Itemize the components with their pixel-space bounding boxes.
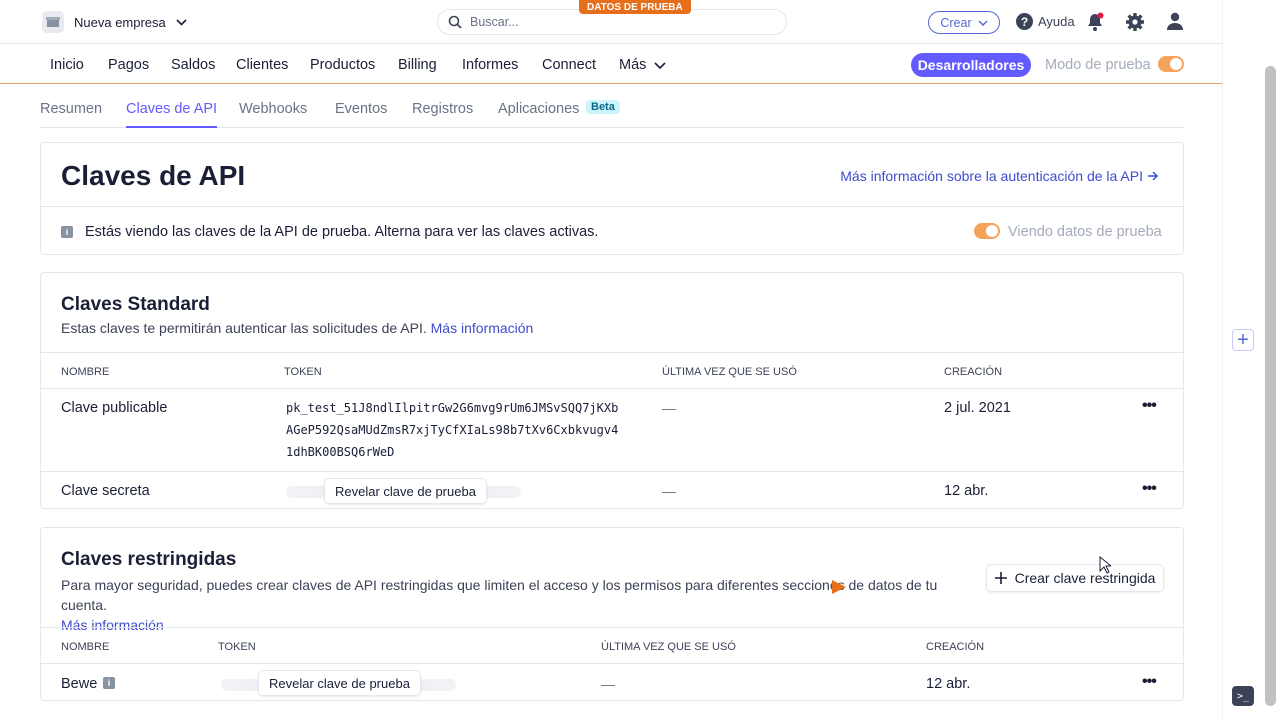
tab-registros[interactable]: Registros bbox=[412, 101, 473, 117]
company-name: Nueva empresa bbox=[74, 14, 166, 30]
beta-badge: Beta bbox=[586, 100, 620, 114]
notifications-bell-icon[interactable] bbox=[1086, 12, 1104, 32]
divider bbox=[41, 627, 1183, 628]
help-button[interactable]: ? Ayuda bbox=[1016, 13, 1075, 30]
row-menu-icon[interactable]: ••• bbox=[1142, 397, 1157, 415]
developers-button[interactable]: Desarrolladores bbox=[911, 53, 1031, 77]
info-icon[interactable]: i bbox=[103, 677, 115, 689]
search-icon bbox=[448, 15, 462, 29]
test-mode-label: Modo de prueba bbox=[1045, 57, 1151, 73]
plus-icon bbox=[994, 572, 1007, 584]
arrow-right-icon bbox=[1148, 171, 1159, 181]
token-line: 1dhBK00BSQ6rWeD bbox=[286, 445, 395, 459]
token-line: AGeP592QsaMUdZmsR7xjTyCfXIaLs98b7tXv6Cxb… bbox=[286, 423, 619, 437]
store-icon bbox=[42, 11, 64, 33]
divider bbox=[41, 388, 1183, 389]
created-value: 2 jul. 2021 bbox=[944, 400, 1011, 416]
company-switcher[interactable]: Nueva empresa bbox=[42, 11, 187, 33]
user-account-icon[interactable] bbox=[1165, 11, 1185, 31]
column-header-created: CREACIÓN bbox=[926, 641, 985, 653]
column-header-last-used: ÚLTIMA VEZ QUE SE USÓ bbox=[662, 366, 797, 378]
main-nav: Inicio Pagos Saldos Clientes Productos B… bbox=[0, 44, 1222, 84]
nav-item-productos[interactable]: Productos bbox=[310, 57, 375, 73]
restricted-keys-desc-text: Para mayor seguridad, puedes crear clave… bbox=[61, 577, 938, 613]
divider bbox=[41, 471, 1183, 472]
help-label: Ayuda bbox=[1038, 14, 1075, 29]
nav-item-mas[interactable]: Más bbox=[619, 57, 666, 73]
add-panel-button[interactable]: + bbox=[1232, 329, 1254, 351]
column-header-created: CREACIÓN bbox=[944, 366, 1003, 378]
reveal-test-key-button[interactable]: Revelar clave de prueba bbox=[258, 670, 421, 696]
last-used-value: — bbox=[662, 400, 676, 416]
api-keys-header-card: Claves de API Más información sobre la a… bbox=[40, 142, 1184, 255]
token-line: pk_test_51J8ndlIlpitrGw2G6mvg9rUm6JMSvSQ… bbox=[286, 401, 619, 415]
help-icon: ? bbox=[1016, 13, 1033, 30]
standard-more-info-link[interactable]: Más información bbox=[431, 320, 534, 336]
nav-item-pagos[interactable]: Pagos bbox=[108, 57, 149, 73]
nav-item-informes[interactable]: Informes bbox=[462, 57, 518, 73]
key-name: Clave secreta bbox=[61, 483, 150, 499]
column-header-name: NOMBRE bbox=[61, 366, 110, 378]
column-header-name: NOMBRE bbox=[61, 641, 110, 653]
chevron-down-icon bbox=[176, 18, 187, 26]
viewing-test-data-label: Viendo datos de prueba bbox=[1008, 224, 1162, 240]
create-button[interactable]: Crear bbox=[928, 11, 1000, 34]
tab-webhooks[interactable]: Webhooks bbox=[239, 101, 307, 117]
view-test-data-toggle[interactable] bbox=[974, 223, 1000, 239]
restricted-keys-title: Claves restringidas bbox=[61, 549, 237, 570]
test-data-badge: DATOS DE PRUEBA bbox=[579, 0, 691, 14]
scrollbar[interactable] bbox=[1265, 66, 1276, 706]
nav-item-billing[interactable]: Billing bbox=[398, 57, 437, 73]
column-header-token: TOKEN bbox=[218, 641, 256, 653]
restricted-keys-card: Claves restringidas Para mayor seguridad… bbox=[40, 527, 1184, 701]
info-icon: i bbox=[61, 226, 73, 238]
tab-claves-de-api[interactable]: Claves de API bbox=[126, 101, 218, 128]
page-title: Claves de API bbox=[61, 160, 246, 191]
row-menu-icon[interactable]: ••• bbox=[1142, 673, 1157, 691]
mouse-cursor-icon bbox=[1099, 556, 1111, 574]
standard-keys-desc-text: Estas claves te permitirán autenticar la… bbox=[61, 320, 427, 336]
nav-item-inicio[interactable]: Inicio bbox=[50, 57, 84, 73]
chevron-down-icon bbox=[978, 19, 988, 26]
api-auth-docs-link[interactable]: Más información sobre la autenticación d… bbox=[840, 168, 1159, 184]
test-mode-toggle[interactable] bbox=[1158, 56, 1184, 72]
gear-icon[interactable] bbox=[1125, 12, 1145, 32]
create-label: Crear bbox=[940, 15, 972, 30]
column-header-last-used: ÚLTIMA VEZ QUE SE USÓ bbox=[601, 641, 736, 653]
reveal-test-key-button[interactable]: Revelar clave de prueba bbox=[324, 478, 487, 504]
key-name: Clave publicable bbox=[61, 400, 168, 416]
nav-item-saldos[interactable]: Saldos bbox=[171, 57, 215, 73]
test-keys-notice: i Estás viendo las claves de la API de p… bbox=[41, 206, 1183, 255]
publishable-key-token[interactable]: pk_test_51J8ndlIlpitrGw2G6mvg9rUm6JMSvSQ… bbox=[286, 397, 618, 463]
created-value: 12 abr. bbox=[944, 483, 989, 499]
search-placeholder: Buscar... bbox=[470, 15, 519, 29]
chevron-down-icon bbox=[654, 61, 666, 69]
standard-keys-card: Claves Standard Estas claves te permitir… bbox=[40, 272, 1184, 509]
nav-item-clientes[interactable]: Clientes bbox=[236, 57, 288, 73]
test-keys-notice-text: Estás viendo las claves de la API de pru… bbox=[85, 224, 599, 240]
standard-keys-desc: Estas claves te permitirán autenticar la… bbox=[61, 320, 533, 336]
developers-subtabs: Resumen Claves de API Webhooks Eventos R… bbox=[40, 84, 1184, 128]
create-restricted-key-label: Crear clave restringida bbox=[1014, 570, 1156, 586]
restricted-more-info-link[interactable]: Más información bbox=[61, 617, 164, 633]
last-used-value: — bbox=[601, 676, 615, 692]
nav-item-mas-label: Más bbox=[619, 57, 647, 73]
api-auth-docs-label: Más información sobre la autenticación d… bbox=[840, 168, 1143, 184]
nav-item-connect[interactable]: Connect bbox=[542, 57, 596, 73]
last-used-value: — bbox=[662, 483, 676, 499]
terminal-icon[interactable]: >_ bbox=[1232, 686, 1254, 706]
standard-keys-title: Claves Standard bbox=[61, 294, 210, 315]
play-marker-icon bbox=[832, 580, 846, 594]
tab-resumen[interactable]: Resumen bbox=[40, 101, 102, 117]
create-restricted-key-button[interactable]: Crear clave restringida bbox=[986, 564, 1164, 592]
tab-eventos[interactable]: Eventos bbox=[335, 101, 387, 117]
tab-aplicaciones[interactable]: Aplicaciones bbox=[498, 101, 579, 117]
key-name: Bewe bbox=[61, 676, 98, 692]
row-menu-icon[interactable]: ••• bbox=[1142, 480, 1157, 498]
divider bbox=[41, 663, 1183, 664]
divider bbox=[41, 352, 1183, 353]
column-header-token: TOKEN bbox=[284, 366, 322, 378]
created-value: 12 abr. bbox=[926, 676, 971, 692]
